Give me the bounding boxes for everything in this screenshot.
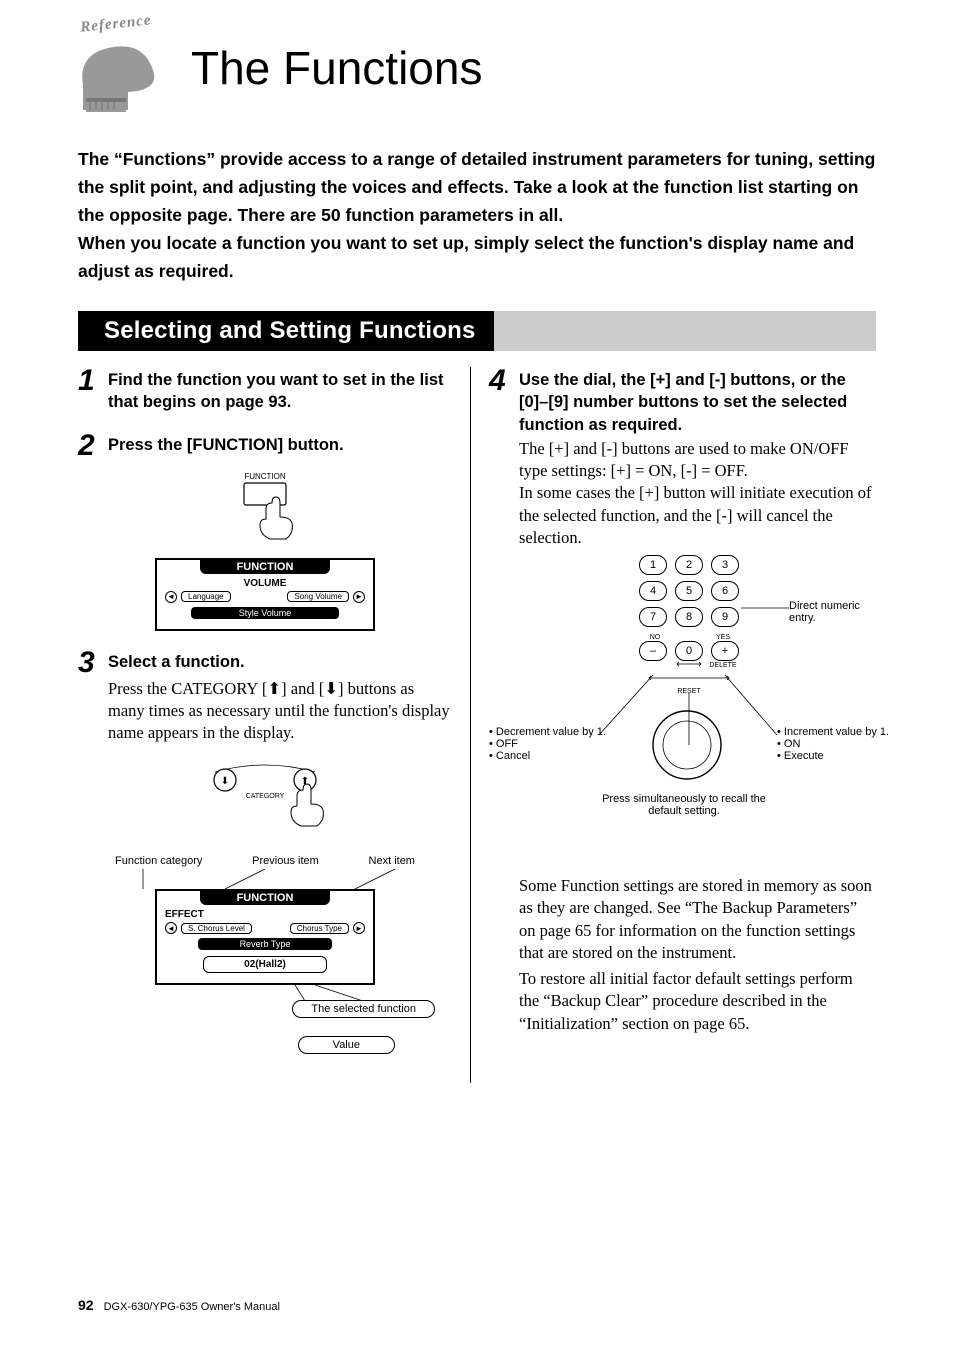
lcd-prev-item: S. Chorus Level [181,923,252,934]
piano-icon [68,30,168,120]
step-body: Press the CATEGORY [⬆] and [⬇] buttons a… [108,678,452,745]
function-button-icon: FUNCTION [210,469,320,549]
minus-button: – [639,641,667,661]
step-3: 3 Select a function. Press the CATEGORY … [78,649,452,1066]
right-column: 4 Use the dial, the [+] and [-] buttons,… [470,367,876,1083]
num-8: 8 [675,607,703,627]
num-9: 9 [711,607,739,627]
lcd-next-icon: ► [353,922,365,934]
page-footer: 92 DGX-630/YPG-635 Owner's Manual [78,1297,876,1313]
step-title: Find the function you want to set in the… [108,367,452,414]
step4-diagram: 1 2 3 4 5 6 7 8 9 NO [489,555,876,835]
pointer-line-right [741,607,789,609]
step-title: Select a function. [108,649,245,673]
category-buttons-icon: ⬇ ⬆ CATEGORY [185,754,345,834]
section-heading-bar: Selecting and Setting Functions [78,311,876,351]
label-reset-default: Press simultaneously to recall the defau… [599,793,769,817]
lcd-title: FUNCTION [200,560,330,574]
no-label: NO [641,634,669,641]
page-header: Reference The Functions [78,20,876,115]
step-1: 1 Find the function you want to set in t… [78,367,452,414]
lcd-next-item: Chorus Type [290,923,349,934]
plus-button: + [711,641,739,661]
step2-figure: FUNCTION FUNCTION VOLUME ◄ Language Song… [78,469,452,631]
step-body: The [+] and [-] buttons are used to make… [519,438,876,549]
lcd-prev-icon: ◄ [165,922,177,934]
step-2: 2 Press the [FUNCTION] button. FUNCTION … [78,432,452,631]
step-title: Use the dial, the [+] and [-] buttons, o… [519,367,876,436]
step-number: 4 [489,367,513,394]
step-title: Press the [FUNCTION] button. [108,432,344,456]
notes-paragraph-1: Some Function settings are stored in mem… [519,875,876,964]
lcd-category: EFFECT [165,909,365,920]
num-0: 0 [675,641,703,661]
label-selected-function: The selected function [292,1000,435,1018]
lcd-selected: Reverb Type [198,938,333,950]
label-decrement: • Decrement value by 1. • OFF • Cancel [489,726,619,762]
two-column-layout: 1 Find the function you want to set in t… [78,367,876,1083]
svg-text:⬇: ⬇ [221,776,229,787]
step3-lcd: FUNCTION EFFECT ◄ S. Chorus Level Chorus… [155,889,375,985]
num-7: 7 [639,607,667,627]
lcd-selected: Style Volume [191,607,340,619]
numpad: 1 2 3 4 5 6 7 8 9 NO [639,555,739,695]
intro-paragraph: The “Functions” provide access to a rang… [78,145,876,285]
delete-label: DELETE [709,662,737,669]
num-5: 5 [675,581,703,601]
num-4: 4 [639,581,667,601]
step3-lcd-wrap: Function category Previous item Next ite… [95,855,435,1065]
label-value: Value [298,1036,395,1054]
page-number: 92 [78,1297,94,1313]
page-title: The Functions [191,41,482,95]
section-heading: Selecting and Setting Functions [78,311,494,351]
pointer-lines-pm [599,675,779,745]
reference-badge: Reference [78,20,173,115]
lcd-title: FUNCTION [200,891,330,905]
notes-paragraph-2: To restore all initial factor default se… [519,968,876,1035]
step-4: 4 Use the dial, the [+] and [-] buttons,… [489,367,876,835]
label-direct-numeric: Direct numeric entry. [789,600,889,624]
left-column: 1 Find the function you want to set in t… [78,367,470,1083]
lcd-next-item: Song Volume [287,591,349,602]
num-3: 3 [711,555,739,575]
num-2: 2 [675,555,703,575]
label-increment: • Increment value by 1. • ON • Execute [777,726,897,762]
yes-label: YES [709,634,737,641]
step3-category-buttons: ⬇ ⬆ CATEGORY [78,754,452,839]
step-number: 1 [78,367,102,394]
label-next-item: Next item [369,855,415,867]
manual-title: DGX-630/YPG-635 Owner's Manual [104,1301,280,1313]
num-6: 6 [711,581,739,601]
step2-lcd: FUNCTION VOLUME ◄ Language Song Volume ►… [155,558,375,631]
num-1: 1 [639,555,667,575]
label-function-category: Function category [115,855,202,867]
step-number: 2 [78,432,102,459]
button-label: FUNCTION [244,472,286,481]
pointer-lines-top [95,869,435,889]
lcd-category: VOLUME [165,578,365,589]
lcd-next-icon: ► [353,591,365,603]
lcd-prev-item: Language [181,591,231,602]
lcd-prev-icon: ◄ [165,591,177,603]
label-previous-item: Previous item [252,855,319,867]
step-number: 3 [78,649,102,676]
lcd-value: 02(Hall2) [203,956,327,973]
svg-text:CATEGORY: CATEGORY [246,793,285,800]
